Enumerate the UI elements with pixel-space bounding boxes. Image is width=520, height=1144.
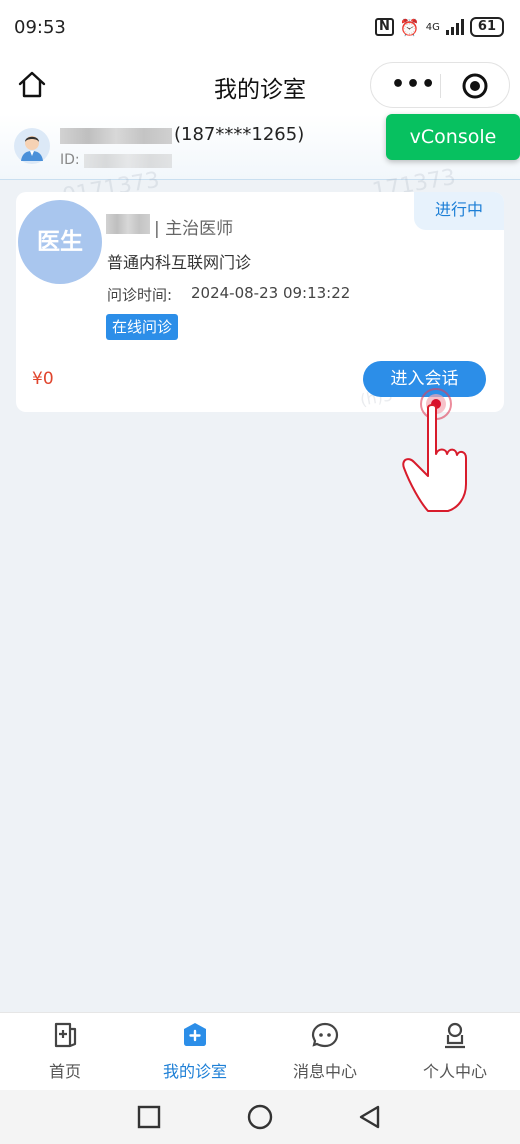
tab-messages[interactable]: 消息中心: [260, 1013, 390, 1091]
tab-home-label: 首页: [48, 1062, 81, 1081]
miniprogram-capsule: •••: [370, 62, 510, 108]
bottom-tabbar: 首页 我的诊室 消息中心 个人中心: [0, 1012, 520, 1090]
consult-type-tag: 在线问诊: [106, 314, 179, 340]
user-name-redacted: [60, 128, 172, 144]
price: ¥0: [32, 369, 54, 389]
tab-my-clinic[interactable]: 我的诊室: [130, 1013, 260, 1091]
vconsole-button[interactable]: vConsole: [386, 114, 520, 160]
visit-time-label: 问诊时间:: [107, 286, 173, 304]
title-bar: 我的诊室 •••: [0, 56, 520, 114]
tab-profile[interactable]: 个人中心: [390, 1013, 520, 1091]
tab-my-clinic-label: 我的诊室: [162, 1062, 227, 1081]
signal-icon: [445, 19, 464, 35]
network-type: 4G: [425, 21, 440, 33]
capsule-divider: [440, 74, 441, 98]
system-nav-bar: [0, 1090, 520, 1144]
battery-icon: 61: [469, 17, 504, 37]
status-badge: 进行中: [414, 192, 504, 230]
nfc-icon: N: [374, 18, 394, 36]
doctor-title: | 主治医师: [154, 219, 234, 239]
user-phone: (187****1265): [174, 124, 305, 145]
visit-time-value: 2024-08-23 09:13:22: [191, 284, 351, 302]
more-button[interactable]: •••: [391, 72, 436, 97]
back-icon[interactable]: [357, 1104, 383, 1130]
doctor-name-redacted: [106, 214, 150, 234]
message-bubble-icon: [311, 1022, 339, 1048]
doctor-avatar-icon: [14, 128, 50, 164]
status-time: 09:53: [14, 17, 66, 38]
user-id-redacted: [84, 154, 172, 168]
tab-profile-label: 个人中心: [422, 1062, 487, 1081]
alarm-icon: ⏰: [399, 17, 420, 37]
doctor-avatar: 医生: [18, 200, 102, 284]
user-id-label: ID:: [60, 152, 80, 168]
home-cross-icon: [54, 1022, 77, 1048]
person-icon: [445, 1022, 465, 1049]
tab-home[interactable]: 首页: [0, 1013, 130, 1091]
consultation-card[interactable]: 进行中 医生 | 主治医师 普通内科互联网门诊 问诊时间: 2024-08-23…: [16, 192, 504, 412]
status-bar: 09:53 N ⏰ 4G 61: [0, 0, 520, 56]
recent-apps-icon[interactable]: [136, 1104, 162, 1130]
tab-messages-label: 消息中心: [292, 1062, 357, 1081]
home-nav-icon[interactable]: [247, 1104, 273, 1130]
department: 普通内科互联网门诊: [107, 253, 252, 272]
clinic-plus-icon: [184, 1023, 206, 1046]
close-target-icon[interactable]: [461, 72, 489, 100]
tap-pointer-icon: [402, 388, 467, 512]
status-icons: N ⏰ 4G 61: [374, 17, 504, 37]
